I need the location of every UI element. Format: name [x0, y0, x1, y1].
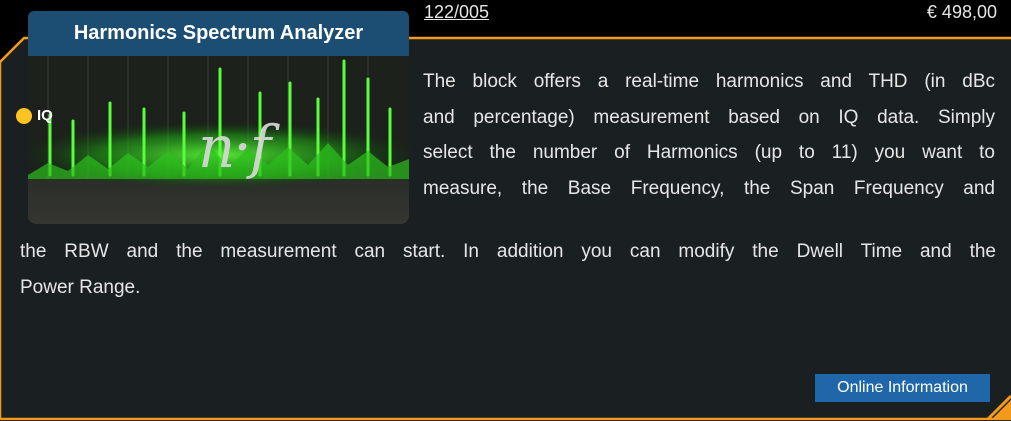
- port-dot-icon: [16, 107, 32, 124]
- online-information-button[interactable]: Online Information: [815, 374, 990, 402]
- product-title: Harmonics Spectrum Analyzer: [28, 11, 409, 56]
- description-wrapped: The block offers a real-time harmonics a…: [423, 64, 995, 206]
- price: € 498,00: [926, 2, 997, 22]
- product-thumbnail: n·f: [28, 43, 409, 224]
- description-line: Power Range.: [20, 276, 141, 298]
- nf-logo: n·f: [198, 113, 271, 181]
- description-line: and percentage) measurement based on IQ …: [423, 106, 995, 128]
- description-line: The block offers a real-time harmonics a…: [423, 71, 995, 92]
- description-full-width: the RBW and the measurement can start. I…: [20, 234, 996, 305]
- description-line: measure, the Base Frequency, the Span Fr…: [423, 177, 995, 199]
- iq-port: IQ: [16, 107, 53, 124]
- port-label: IQ: [37, 107, 53, 124]
- article-number-link[interactable]: 122/005: [424, 2, 489, 23]
- description-line: select the number of Harmonics (up to 11…: [423, 142, 995, 163]
- description-line: the RBW and the measurement can start. I…: [20, 241, 996, 262]
